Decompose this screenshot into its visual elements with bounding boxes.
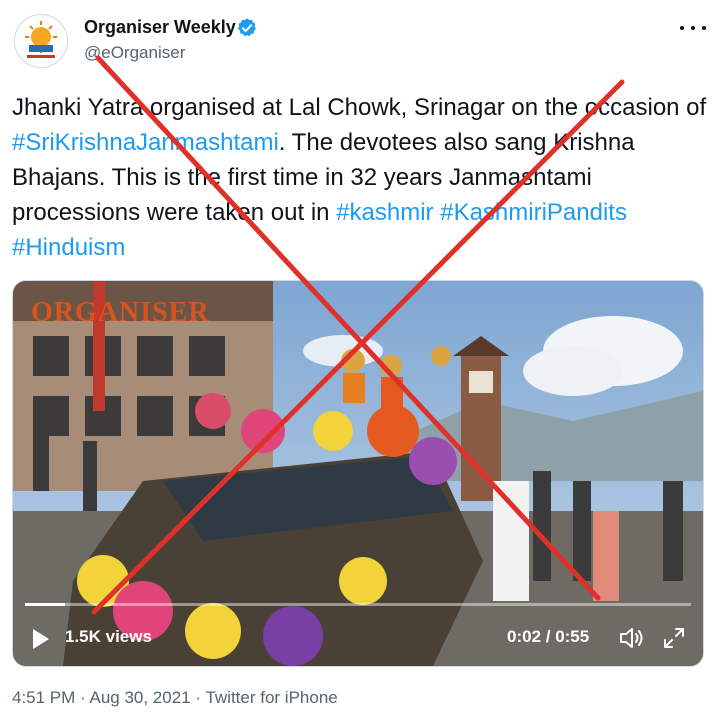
hashtag-link[interactable]: #kashmir [336, 199, 433, 226]
video-frame [13, 281, 703, 666]
more-dot [702, 26, 706, 30]
tweet-card: Organiser Weekly @eOrganiser Jhanki Yatr… [0, 0, 720, 725]
hashtag-link[interactable]: #Hinduism [12, 234, 125, 261]
author-display-name[interactable]: Organiser Weekly [84, 17, 236, 38]
separator: · [75, 688, 90, 707]
tweet-date[interactable]: Aug 30, 2021 [89, 688, 190, 707]
play-icon[interactable] [33, 629, 49, 649]
author-handle[interactable]: @eOrganiser [84, 43, 185, 63]
hashtag-link[interactable]: #KashmiriPandits [440, 199, 627, 226]
video-watermark: ORGANISER [31, 297, 210, 328]
video-views: 1.5K views [65, 627, 152, 646]
tweet-source[interactable]: Twitter for iPhone [205, 688, 337, 707]
fullscreen-icon[interactable] [663, 627, 685, 649]
video-progress-fill [25, 603, 65, 606]
volume-icon[interactable] [619, 626, 645, 650]
more-dot [691, 26, 695, 30]
author-avatar[interactable] [14, 14, 68, 68]
separator: · [190, 688, 206, 707]
hashtag-link[interactable]: #SriKrishnaJanmashtami [12, 129, 279, 156]
organiser-logo-icon [25, 21, 57, 58]
more-options-icon[interactable] [680, 20, 706, 36]
video-player[interactable]: ORGANISER 1.5K views 0:02 / 0:55 [12, 280, 704, 667]
video-time: 0:02 / 0:55 [507, 627, 590, 646]
video-progress-bar[interactable] [25, 603, 691, 606]
tweet-metadata: 4:51 PM · Aug 30, 2021 · Twitter for iPh… [12, 688, 338, 708]
more-dot [680, 26, 684, 30]
verified-badge-icon [238, 18, 256, 37]
tweet-time[interactable]: 4:51 PM [12, 688, 75, 707]
tweet-text-part: Jhanki Yatra organised at Lal Chowk, Sri… [12, 94, 707, 121]
tweet-text: Jhanki Yatra organised at Lal Chowk, Sri… [12, 90, 712, 265]
